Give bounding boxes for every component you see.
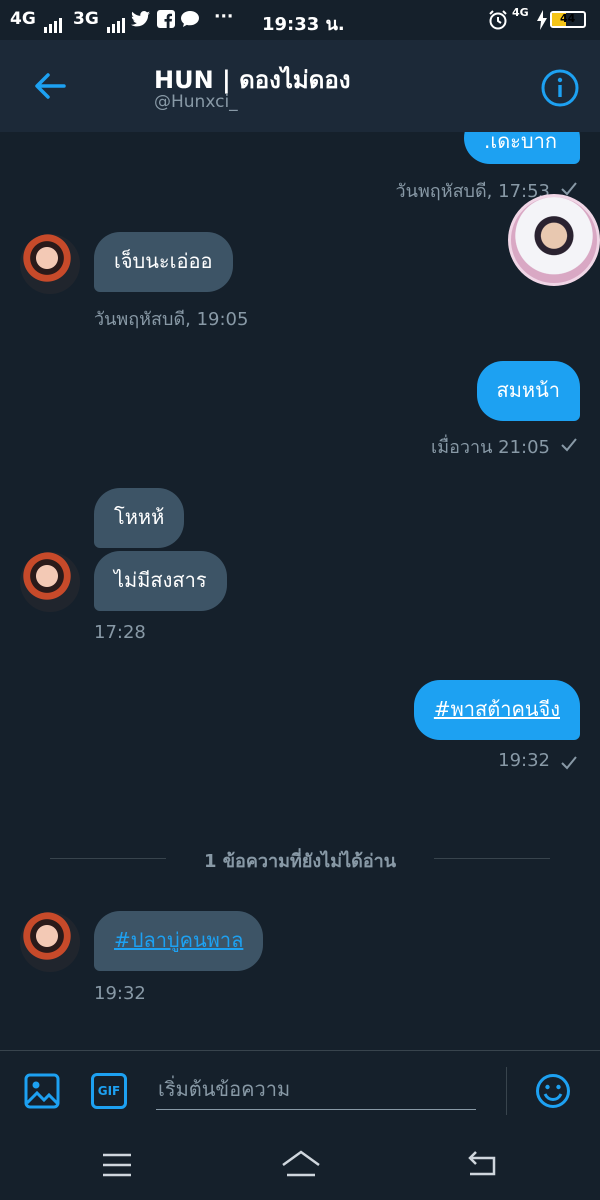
message-bubble-incoming[interactable]: #ปลาบู่คนพาล (94, 911, 264, 971)
hashtag-link[interactable]: #ปลาบู่คนพาล (114, 928, 243, 952)
message-timestamp: วันพฤหัสบดี, 17:53 (395, 181, 550, 202)
twitter-icon (131, 11, 150, 27)
emoji-icon[interactable] (535, 1073, 571, 1109)
menu-icon[interactable] (102, 1152, 132, 1178)
signal-icon (107, 13, 127, 33)
alarm-icon (489, 10, 507, 30)
avatar[interactable] (20, 552, 80, 612)
clock: 19:33 น. (262, 14, 345, 35)
message-timestamp: 19:32 (498, 750, 550, 771)
status-bar: 4G 3G ··· 19:33 น. 4G 44 (0, 0, 600, 40)
conversation-handle: @Hunxci_ (154, 92, 238, 112)
message-list[interactable]: .เดะบาก วันพฤหัสบดี, 17:53 เจ็บนะเอ่ออ ว… (0, 132, 600, 1050)
battery-level: 44 (560, 12, 576, 25)
back-nav-icon[interactable] (466, 1150, 498, 1178)
checkmark-icon (561, 438, 577, 452)
input-underline (156, 1109, 476, 1110)
gif-icon[interactable]: GIF (91, 1073, 127, 1109)
message-text: โหหห้ (114, 505, 165, 529)
message-text: .เดะบาก (484, 132, 557, 153)
message-bubble-outgoing[interactable]: สมหน้า (476, 361, 580, 421)
info-icon[interactable] (540, 68, 580, 108)
avatar[interactable] (20, 912, 80, 972)
floating-profile-photo[interactable] (508, 194, 600, 286)
message-bubble-incoming[interactable]: ไม่มีสงสาร (94, 551, 227, 611)
charging-icon (537, 10, 547, 30)
message-bubble-incoming[interactable]: โหหห้ (94, 488, 185, 548)
hashtag-link[interactable]: #พาสต้าคนจีง (434, 697, 560, 721)
navigation-bar (0, 1130, 600, 1200)
image-icon[interactable] (24, 1073, 60, 1109)
message-timestamp: เมื่อวาน 21:05 (431, 437, 550, 458)
unread-messages-label: 1 ข้อความที่ยังไม่ได้อ่าน (203, 851, 397, 872)
battery-icon: 44 (550, 11, 586, 28)
message-icon (181, 11, 199, 27)
divider (434, 858, 550, 859)
message-timestamp: 19:32 (94, 983, 146, 1004)
message-timestamp: 17:28 (94, 622, 146, 643)
message-composer: GIF เริ่มต้นข้อความ (0, 1050, 600, 1131)
message-text: ไม่มีสงสาร (114, 568, 207, 592)
message-bubble-incoming[interactable]: เจ็บนะเอ่ออ (94, 232, 233, 292)
avatar[interactable] (20, 234, 80, 294)
message-bubble-outgoing[interactable]: .เดะบาก (464, 132, 580, 164)
divider (50, 858, 166, 859)
message-timestamp: วันพฤหัสบดี, 19:05 (94, 309, 249, 330)
message-bubble-outgoing[interactable]: #พาสต้าคนจีง (413, 680, 580, 740)
back-arrow-icon[interactable] (28, 64, 72, 108)
message-text: เจ็บนะเอ่ออ (114, 249, 213, 273)
network-label-3: 4G (512, 6, 529, 19)
signal-icon (44, 13, 64, 33)
network-label-1: 4G (10, 9, 36, 29)
checkmark-icon (561, 756, 577, 770)
facebook-icon (157, 10, 175, 28)
message-input[interactable]: เริ่มต้นข้อความ (158, 1073, 290, 1105)
separator (506, 1067, 507, 1115)
more-dots: ··· (214, 7, 234, 27)
message-text: สมหน้า (496, 378, 560, 402)
network-label-2: 3G (73, 9, 99, 29)
home-icon[interactable] (280, 1148, 322, 1180)
